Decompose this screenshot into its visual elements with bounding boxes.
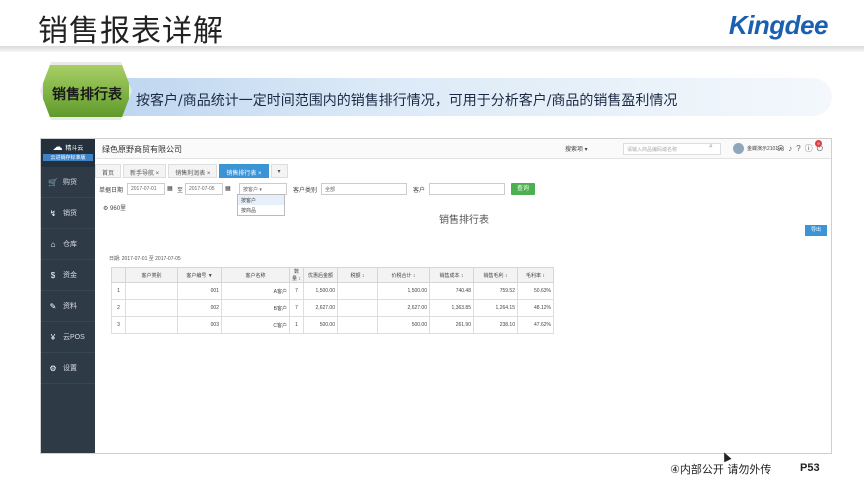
sales-icon: ↯	[49, 208, 57, 218]
cart-icon: 🛒	[48, 177, 58, 187]
sidebar-item-warehouse[interactable]: ⌂ 仓库	[41, 229, 95, 260]
sidebar-item-settings[interactable]: ⚙ 设置	[41, 353, 95, 384]
table-row[interactable]: 1 001 A客户 7 1,500.00 1,500.00 740.48 759…	[111, 282, 554, 300]
date-label: 单据日期	[99, 188, 124, 194]
dropdown-option-by-product[interactable]: 按商品	[238, 205, 284, 215]
logo-edition: 云进销存标准版	[43, 154, 93, 161]
dropdown-option-by-customer[interactable]: 按客户	[238, 195, 284, 205]
table-row[interactable]: 2 002 B客户 7 2,627.00 2,627.00 1,363.85 1…	[111, 299, 554, 317]
search-input[interactable]: 请输入商品编码或名称	[623, 143, 721, 155]
sidebar: ☁ 精斗云 云进销存标准版 🛒 购货 ↯ 销货 ⌂ 仓库 $ 资金 ✎ 资料 ¥ 云POS …	[41, 139, 95, 453]
col-index	[111, 267, 126, 283]
tab-bar: 首页 新手导航 × 销售利润表 × 销售排行表 × ▾	[95, 164, 290, 178]
sidebar-item-label: 设置	[63, 365, 77, 372]
sidebar-item-label: 资金	[63, 272, 77, 279]
tab-home[interactable]: 首页	[95, 164, 122, 178]
customer-type-select[interactable]: 全部	[321, 183, 407, 195]
col-cost[interactable]: 销售成本 ↕	[429, 267, 474, 283]
date-range-text: 日期: 2017-07-01 至 2017-07-05	[109, 256, 181, 262]
logo-name: 精斗云	[65, 146, 84, 152]
tab-guide[interactable]: 新手导航 ×	[123, 164, 167, 178]
table-header-row: 客户类别 客户编号 ▼ 客户名称 数量 ↕ 优惠后金额 税额 ↕ 价税合计 ↕ …	[111, 267, 554, 283]
date-to-input[interactable]: 2017-07-05	[185, 183, 223, 195]
top-bar: 绿色原野商贸有限公司 搜索项 ▾ 请输入商品编码或名称 ⌕ 金蝶演示2101 ▾…	[95, 139, 831, 159]
section-description: 按客户/商品统计一定时间范围内的销售排行情况，可用于分析客户/商品的销售盈利情况	[136, 93, 678, 109]
pos-icon: ¥	[50, 332, 56, 342]
sidebar-item-sales[interactable]: ↯ 销货	[41, 198, 95, 229]
export-button[interactable]: 导出	[805, 225, 827, 236]
tab-more[interactable]: ▾	[270, 164, 288, 178]
sidebar-item-label: 资料	[63, 303, 77, 310]
sidebar-item-label: 云POS	[63, 334, 85, 341]
col-tax[interactable]: 税额 ↕	[337, 267, 378, 283]
col-customer-name[interactable]: 客户名称	[221, 267, 290, 283]
col-gross-profit[interactable]: 销售毛利 ↕	[473, 267, 518, 283]
app-window: ☁ 精斗云 云进销存标准版 🛒 购货 ↯ 销货 ⌂ 仓库 $ 资金 ✎ 资料 ¥ 云POS …	[40, 138, 832, 454]
section-badge-label: 销售排行表	[52, 87, 122, 103]
customer-input[interactable]	[429, 183, 505, 195]
search-icon[interactable]: ⌕	[709, 143, 713, 151]
col-discounted-amount[interactable]: 优惠后金额	[303, 267, 338, 283]
headset-icon[interactable]: ☊	[777, 144, 788, 153]
col-customer-code[interactable]: 客户编号 ▼	[177, 267, 222, 283]
col-customer-type[interactable]: 客户类别	[125, 267, 178, 283]
col-total[interactable]: 价税合计 ↕	[377, 267, 430, 283]
sidebar-item-pos[interactable]: ¥ 云POS	[41, 322, 95, 353]
sidebar-item-purchase[interactable]: 🛒 购货	[41, 167, 95, 198]
sidebar-item-funds[interactable]: $ 资金	[41, 260, 95, 291]
group-by-dropdown: 按客户 按商品	[237, 194, 285, 216]
sidebar-item-label: 仓库	[63, 241, 77, 248]
kingdee-logo: Kingdee	[728, 10, 829, 40]
customer-type-label: 客户类别	[293, 188, 318, 194]
cloud-icon: ☁ 精斗云	[52, 142, 84, 153]
search-scope-select[interactable]: 搜索项 ▾	[565, 144, 588, 153]
report-title: 销售排行表	[439, 215, 489, 226]
gear-icon: ⚙	[49, 363, 57, 373]
pencil-icon: ✎	[49, 301, 57, 311]
filter-bar: 单据日期 2017-07-01 ▦ 至 2017-07-05 ▦ 按客户 ▾ 客…	[99, 183, 829, 197]
header-divider	[0, 46, 864, 52]
confidentiality-note: ④内部公开 请勿外传	[670, 463, 772, 476]
customer-label: 客户	[413, 188, 426, 194]
slide-title: 销售报表详解	[38, 14, 224, 49]
sidebar-item-label: 销货	[63, 210, 77, 217]
company-name: 绿色原野商贸有限公司	[102, 145, 182, 154]
notification-badge: 9	[815, 140, 822, 147]
sidebar-item-label: 购货	[63, 179, 77, 186]
col-margin[interactable]: 毛利率 ↕	[517, 267, 554, 283]
calendar-icon[interactable]: ▦	[225, 185, 231, 192]
sidebar-item-data[interactable]: ✎ 资料	[41, 291, 95, 322]
tab-sales-ranking[interactable]: 销售排行表 ×	[219, 164, 269, 178]
page-number: P53	[800, 462, 820, 474]
ranking-table: 客户类别 客户编号 ▼ 客户名称 数量 ↕ 优惠后金额 税额 ↕ 价税合计 ↕ …	[111, 267, 554, 334]
funds-icon: $	[50, 270, 56, 280]
calendar-icon[interactable]: ▦	[167, 185, 173, 192]
query-button[interactable]: 查询	[511, 183, 535, 195]
app-logo[interactable]: ☁ 精斗云 云进销存标准版	[41, 139, 95, 167]
date-from-input[interactable]: 2017-07-01	[127, 183, 165, 195]
tab-sales-profit[interactable]: 销售利润表 ×	[168, 164, 218, 178]
date-to-label: 至	[177, 188, 184, 194]
table-row[interactable]: 3 003 C客户 1 500.00 500.00 261.90 238.10 …	[111, 316, 554, 334]
warehouse-icon: ⌂	[50, 239, 56, 249]
help-icon[interactable]: ?	[796, 144, 804, 153]
col-quantity[interactable]: 数量 ↕	[289, 267, 304, 283]
avatar[interactable]	[733, 143, 744, 154]
